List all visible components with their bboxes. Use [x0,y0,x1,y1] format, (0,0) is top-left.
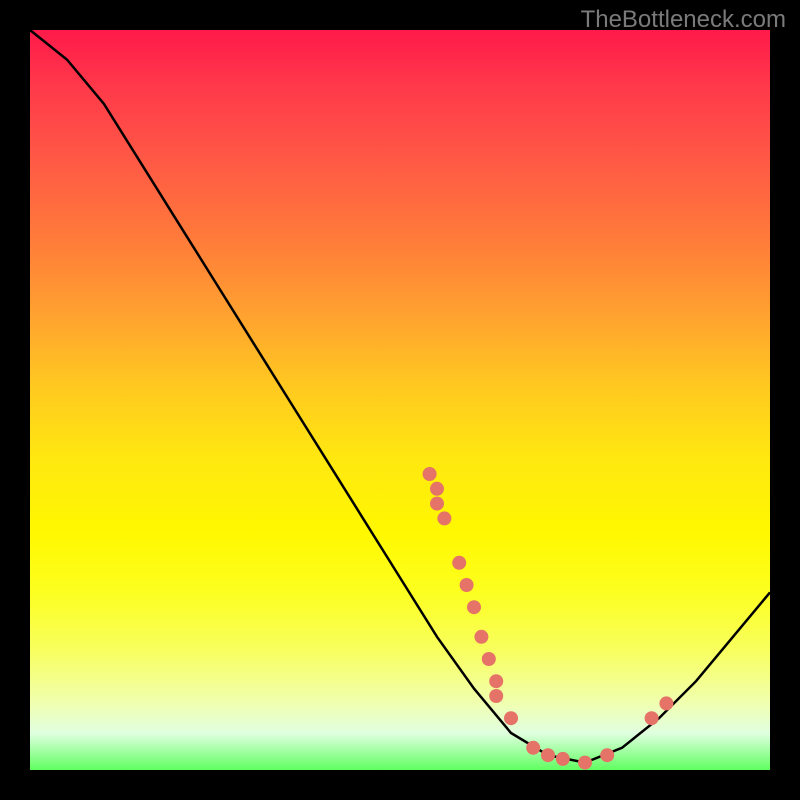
data-point [474,630,488,644]
data-point [452,556,466,570]
data-point [437,511,451,525]
chart-container: TheBottleneck.com [0,0,800,800]
marker-points [423,467,674,770]
plot-area [30,30,770,770]
data-point [460,578,474,592]
data-point [526,741,540,755]
watermark-text: TheBottleneck.com [581,6,786,34]
data-point [423,467,437,481]
data-point [600,748,614,762]
data-point [467,600,481,614]
data-point [504,711,518,725]
data-point [659,696,673,710]
data-point [489,689,503,703]
data-point [541,748,555,762]
data-point [430,482,444,496]
data-point [482,652,496,666]
bottleneck-curve [30,30,770,763]
data-point [556,752,570,766]
chart-svg [30,30,770,770]
data-point [430,497,444,511]
data-point [489,674,503,688]
data-point [645,711,659,725]
data-point [578,756,592,770]
